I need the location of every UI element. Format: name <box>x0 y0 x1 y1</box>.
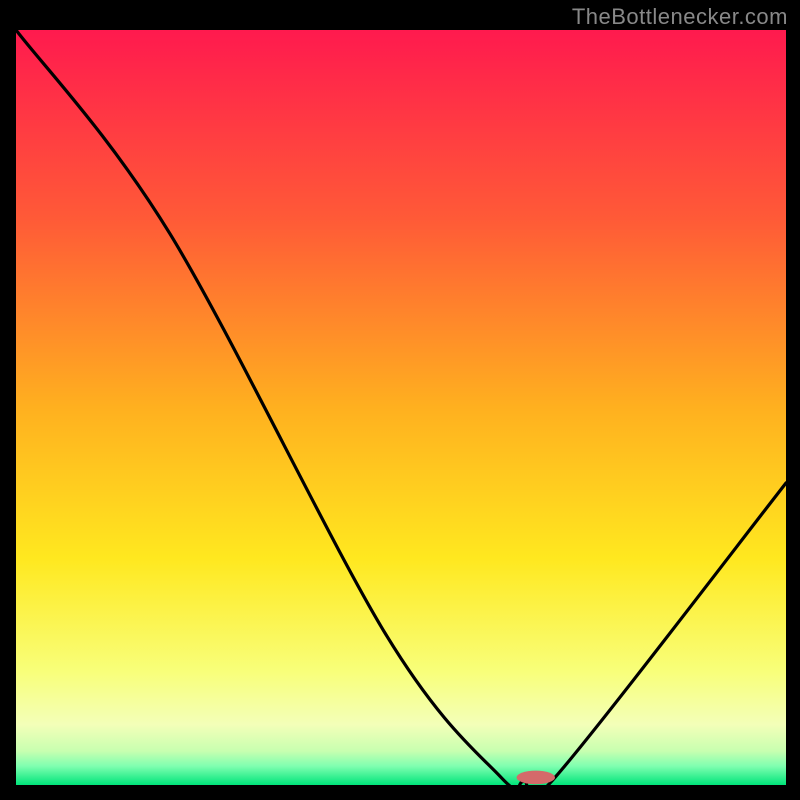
bottleneck-chart <box>16 30 786 785</box>
optimal-marker <box>517 771 556 785</box>
chart-background <box>16 30 786 785</box>
chart-container <box>16 30 786 785</box>
watermark-text: TheBottlenecker.com <box>572 4 788 30</box>
